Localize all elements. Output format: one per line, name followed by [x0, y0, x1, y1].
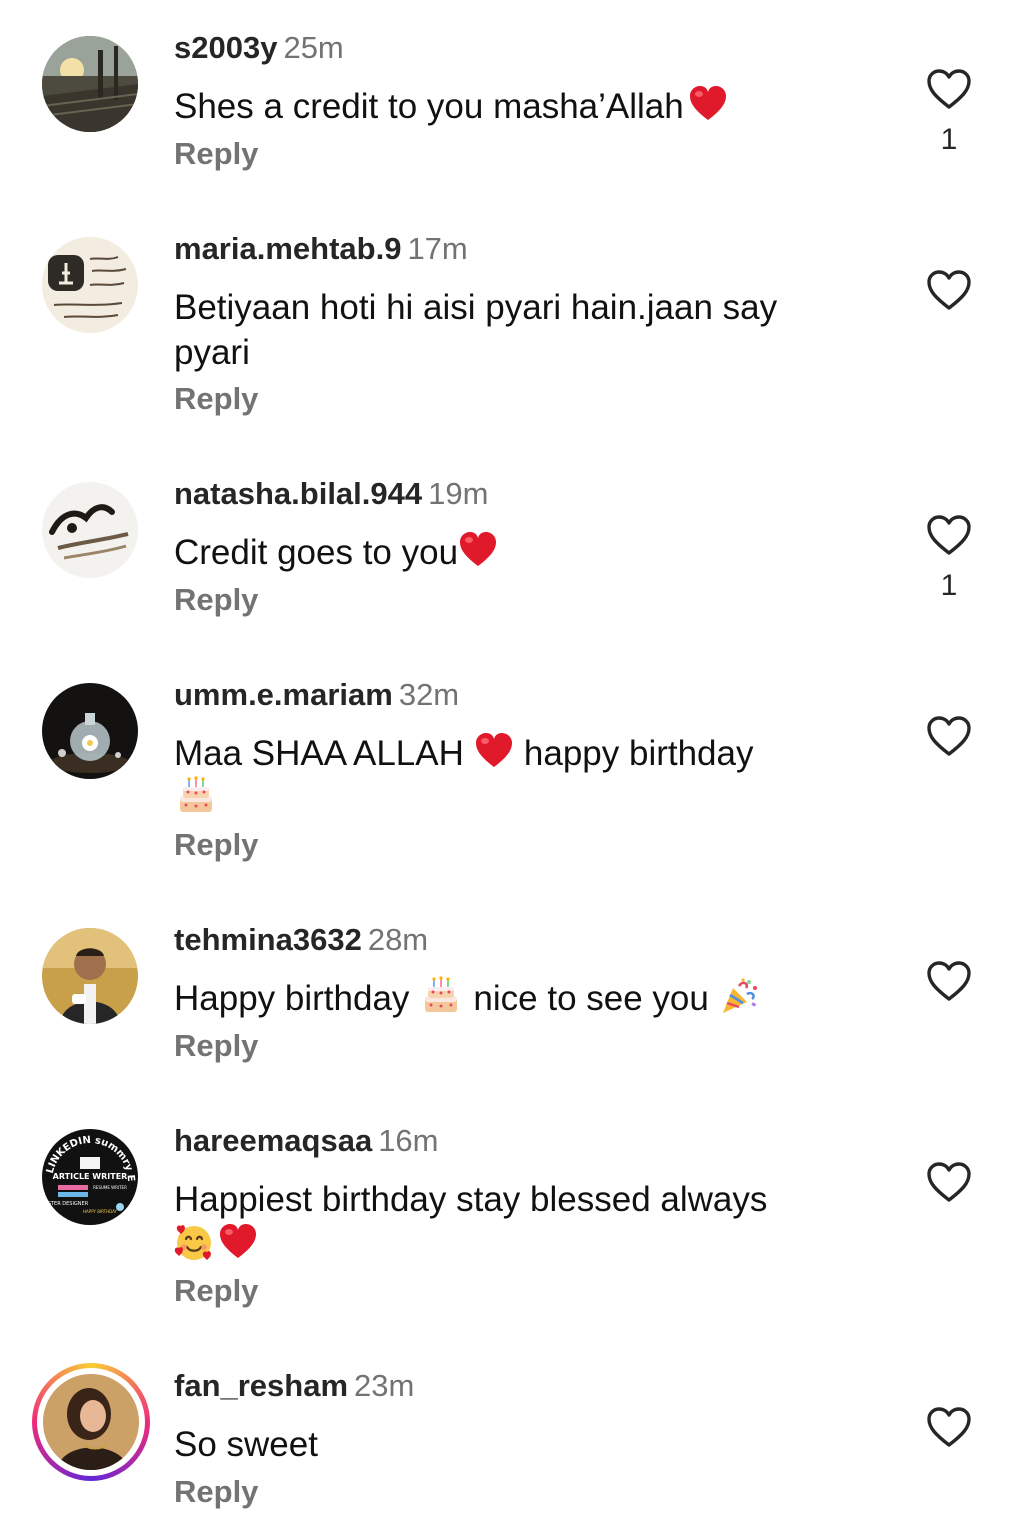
- username[interactable]: hareemaqsaa: [174, 1123, 372, 1158]
- avatar[interactable]: [42, 36, 138, 132]
- comment-meta: hareemaqsaa 16m: [174, 1121, 439, 1161]
- comment-meta: maria.mehtab.9 17m: [174, 229, 468, 269]
- comment-meta: tehmina3632 28m: [174, 920, 428, 960]
- heart-outline-icon[interactable]: [926, 68, 972, 110]
- comment-text-content: nice to see you: [473, 979, 709, 1018]
- avatar[interactable]: LINKEDIN summry EXPERT ARTICLE WRITER RE…: [42, 1129, 138, 1225]
- comment-text-content: Credit goes to you: [174, 533, 459, 572]
- heart-outline-icon[interactable]: [926, 960, 972, 1002]
- comment-text: Shes a credit to you masha’Allah: [174, 84, 854, 129]
- party-popper-emoji: [719, 976, 759, 1016]
- comment-text-content: Happy birthday: [174, 979, 410, 1018]
- reply-button[interactable]: Reply: [174, 134, 258, 174]
- reply-button[interactable]: Reply: [174, 1026, 258, 1066]
- comment-text-content: Happiest birthday stay blessed always: [174, 1180, 768, 1219]
- comment-text-content: Shes a credit to you masha’Allah: [174, 87, 684, 126]
- smiling-face-with-hearts-emoji: [174, 1222, 214, 1262]
- timestamp: 32m: [398, 677, 460, 712]
- avatar[interactable]: [42, 482, 138, 578]
- avatar[interactable]: [42, 237, 138, 333]
- comment-meta: natasha.bilal.944 19m: [174, 474, 488, 514]
- username[interactable]: maria.mehtab.9: [174, 231, 401, 266]
- avatar[interactable]: [43, 1374, 139, 1470]
- avatar-sub-text: RESUME WRITER: [93, 1185, 127, 1190]
- red-heart-emoji: [458, 530, 498, 570]
- avatar[interactable]: [42, 683, 138, 779]
- birthday-cake-emoji: [176, 776, 216, 816]
- comment-text-content: Maa SHAA ALLAH: [174, 734, 464, 773]
- timestamp: 23m: [354, 1368, 415, 1403]
- comment-text-content: happy birthday: [523, 734, 754, 773]
- timestamp: 28m: [367, 922, 429, 957]
- avatar-bottom-text: STER DESIGNER: [48, 1201, 89, 1207]
- heart-outline-icon[interactable]: [926, 1161, 972, 1203]
- comment-meta: s2003y 25m: [174, 28, 344, 68]
- story-ring[interactable]: [32, 1363, 150, 1481]
- reply-button[interactable]: Reply: [174, 580, 258, 620]
- heart-outline-icon[interactable]: [926, 514, 972, 556]
- username[interactable]: natasha.bilal.944: [174, 476, 422, 511]
- red-heart-emoji: [474, 731, 514, 771]
- comment-text-content: So sweet: [174, 1425, 318, 1464]
- red-heart-emoji: [218, 1222, 258, 1262]
- comment-list: s2003y 25m Shes a credit to you masha’All…: [0, 0, 1024, 1539]
- timestamp: 16m: [378, 1123, 439, 1158]
- like-count: 1: [940, 569, 958, 602]
- comment-text: Credit goes to you: [174, 530, 854, 575]
- reply-button[interactable]: Reply: [174, 1472, 258, 1512]
- heart-outline-icon[interactable]: [926, 1406, 972, 1448]
- story-ring-gap: [37, 1368, 145, 1476]
- comment-text: Betiyaan hoti hi aisi pyari hain.jaan sa…: [174, 285, 854, 375]
- heart-outline-icon[interactable]: [926, 269, 972, 311]
- username[interactable]: fan_resham: [174, 1368, 348, 1403]
- like-count: 1: [940, 123, 958, 156]
- timestamp: 17m: [407, 231, 468, 266]
- comment-text: Happy birthday nice to see you: [174, 976, 894, 1021]
- reply-button[interactable]: Reply: [174, 825, 258, 865]
- username[interactable]: tehmina3632: [174, 922, 362, 957]
- avatar[interactable]: [42, 928, 138, 1024]
- comment-text-line: Betiyaan hoti hi aisi pyari hain.jaan sa…: [174, 288, 778, 327]
- avatar-title-text: ARTICLE WRITER: [53, 1172, 128, 1181]
- timestamp: 19m: [428, 476, 489, 511]
- comment-text: Maa SHAA ALLAH happy birthday: [174, 731, 854, 821]
- username[interactable]: s2003y: [174, 30, 277, 65]
- username[interactable]: umm.e.mariam: [174, 677, 393, 712]
- timestamp: 25m: [283, 30, 344, 65]
- red-heart-emoji: [688, 84, 728, 124]
- comment-meta: umm.e.mariam 32m: [174, 675, 459, 715]
- birthday-cake-emoji: [421, 976, 461, 1016]
- heart-outline-icon[interactable]: [926, 715, 972, 757]
- reply-button[interactable]: Reply: [174, 1271, 258, 1311]
- reply-button[interactable]: Reply: [174, 379, 258, 419]
- comment-text: Happiest birthday stay blessed always: [174, 1177, 874, 1267]
- comment-meta: fan_resham 23m: [174, 1366, 414, 1406]
- comment-text: So sweet: [174, 1422, 854, 1467]
- avatar-happy-text: HAPPY BIRTHDAY: [83, 1209, 117, 1214]
- comment-text-line: pyari: [174, 333, 250, 372]
